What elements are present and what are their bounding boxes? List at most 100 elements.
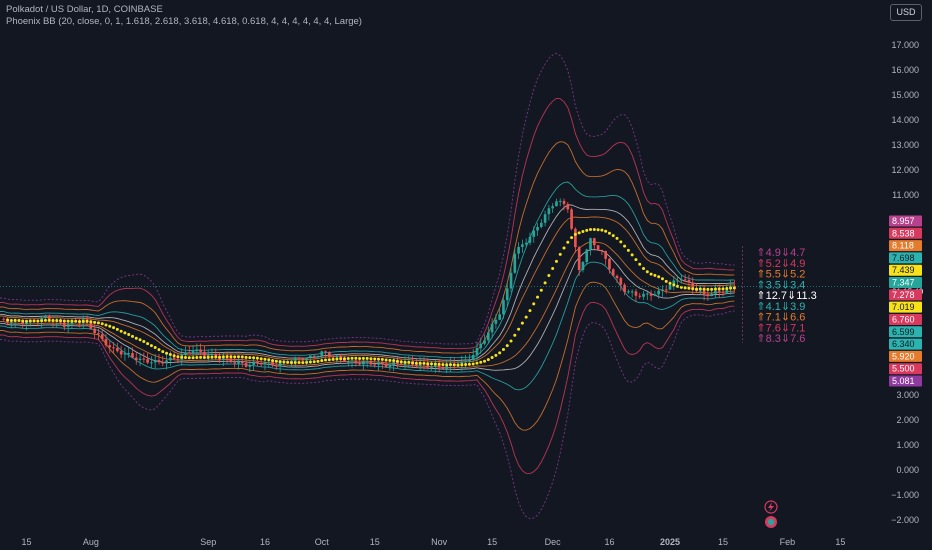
candle-body	[577, 247, 581, 271]
center-dot	[263, 357, 267, 361]
candle-body	[532, 230, 536, 237]
candle-body	[146, 359, 149, 363]
price-tag-label: 6.599	[892, 327, 915, 337]
candle-body	[657, 290, 660, 295]
center-dot	[32, 319, 36, 323]
candle-body	[210, 354, 214, 356]
x-tick-label: 15	[370, 537, 380, 547]
center-dot	[28, 319, 32, 323]
candle-body	[483, 340, 486, 344]
center-dot	[471, 362, 475, 366]
center-dot	[335, 357, 339, 361]
y-tick-label: 1.000	[896, 440, 919, 450]
center-dot	[448, 363, 452, 367]
center-dot	[320, 359, 324, 363]
y-tick-label: 12.000	[891, 165, 919, 175]
candle-body	[328, 352, 331, 357]
center-dot	[346, 357, 350, 361]
center-dot	[271, 359, 275, 363]
center-dot	[388, 358, 392, 362]
time-axis: 15 Aug Sep 16 Oct 15 Nov 15 Dec 16 2025 15 Feb 15	[21, 537, 845, 547]
price-chart[interactable]: ⇑4.9⇓4.7⇑5.2⇓4.9⇑5.5⇓5.2⇑3.5⇓3.4⇑12.7⇓11…	[0, 0, 932, 550]
center-dot	[218, 355, 222, 359]
y-tick-label: 13.000	[891, 140, 919, 150]
center-dot	[297, 360, 301, 364]
center-dot	[418, 361, 422, 365]
candle-body	[717, 290, 721, 292]
price-tag-label: 7.019	[892, 302, 915, 312]
price-scale-tags: 8.9578.5388.1187.6987.4397.34721:15:497.…	[889, 215, 924, 387]
center-dot	[668, 281, 672, 285]
center-line-dots	[0, 227, 882, 367]
candle-body	[547, 208, 551, 215]
candle-body	[604, 251, 607, 259]
center-dot	[464, 363, 468, 367]
center-dot	[615, 236, 619, 240]
center-dot	[456, 363, 460, 367]
candle-body	[683, 279, 687, 281]
candle-body	[142, 358, 146, 360]
forecast-label: ⇑8.3⇓7.6	[756, 333, 805, 345]
candle-body	[10, 322, 13, 324]
center-dot	[282, 360, 286, 364]
center-dot	[134, 336, 138, 340]
earnings-icon[interactable]	[765, 516, 777, 528]
center-dot	[452, 363, 456, 367]
candle-body	[702, 290, 706, 295]
center-dot	[653, 273, 657, 277]
candle-body	[710, 293, 713, 297]
candle-body	[252, 361, 255, 365]
candle-body	[668, 285, 672, 290]
y-tick-label: −2.000	[891, 515, 919, 525]
candle-body	[184, 352, 187, 355]
price-tag-label: 5.081	[892, 376, 915, 386]
candle-body	[335, 355, 339, 358]
center-dot	[532, 302, 536, 306]
center-dot	[240, 355, 244, 359]
center-dot	[509, 339, 513, 343]
center-dot	[691, 287, 695, 291]
center-dot	[21, 319, 25, 323]
candle-body	[44, 315, 47, 318]
candle-body	[536, 226, 539, 231]
center-dot	[657, 275, 661, 279]
candle-body	[297, 357, 301, 359]
center-dot	[267, 358, 271, 362]
center-dot	[358, 356, 362, 360]
center-dot	[70, 319, 74, 323]
candle-body	[645, 293, 649, 295]
candle-body	[445, 365, 449, 369]
candle-body	[131, 353, 134, 358]
center-dot	[441, 363, 445, 367]
candle-body	[680, 279, 683, 281]
candle-body	[316, 355, 320, 357]
candle-body	[490, 323, 494, 333]
lightning-icon[interactable]	[764, 500, 778, 514]
center-dot	[62, 319, 66, 323]
candle-body	[714, 290, 717, 294]
candle-body	[498, 314, 501, 320]
center-dot	[176, 355, 180, 359]
center-dot	[554, 259, 558, 263]
center-dot	[494, 353, 498, 357]
candle-body	[157, 360, 161, 363]
candle-body	[199, 349, 202, 352]
center-dot	[168, 352, 172, 356]
price-tag-label: 8.118	[892, 241, 914, 251]
candle-body	[479, 343, 483, 349]
center-dot	[225, 355, 229, 359]
x-tick-label: Sep	[200, 537, 216, 547]
candle-body	[623, 284, 626, 292]
candle-body	[369, 360, 373, 365]
candle-body	[225, 358, 229, 360]
y-tick-label: 14.000	[891, 115, 919, 125]
center-dot	[528, 309, 532, 313]
center-dot	[445, 363, 449, 367]
candle-body	[627, 291, 630, 293]
candle-body	[653, 294, 657, 296]
center-dot	[252, 356, 256, 360]
candle-body	[112, 347, 115, 349]
center-dot	[672, 283, 676, 287]
price-tag-label: 8.957	[892, 216, 915, 226]
center-dot	[626, 248, 630, 252]
